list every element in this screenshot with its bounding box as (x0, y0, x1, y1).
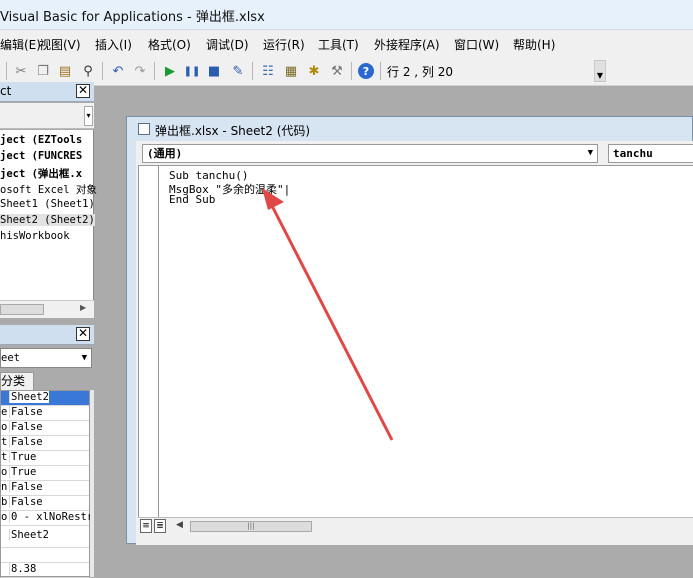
annotation-arrow (262, 188, 394, 441)
arrow-shaft (266, 197, 394, 441)
arrow-head (262, 188, 284, 210)
